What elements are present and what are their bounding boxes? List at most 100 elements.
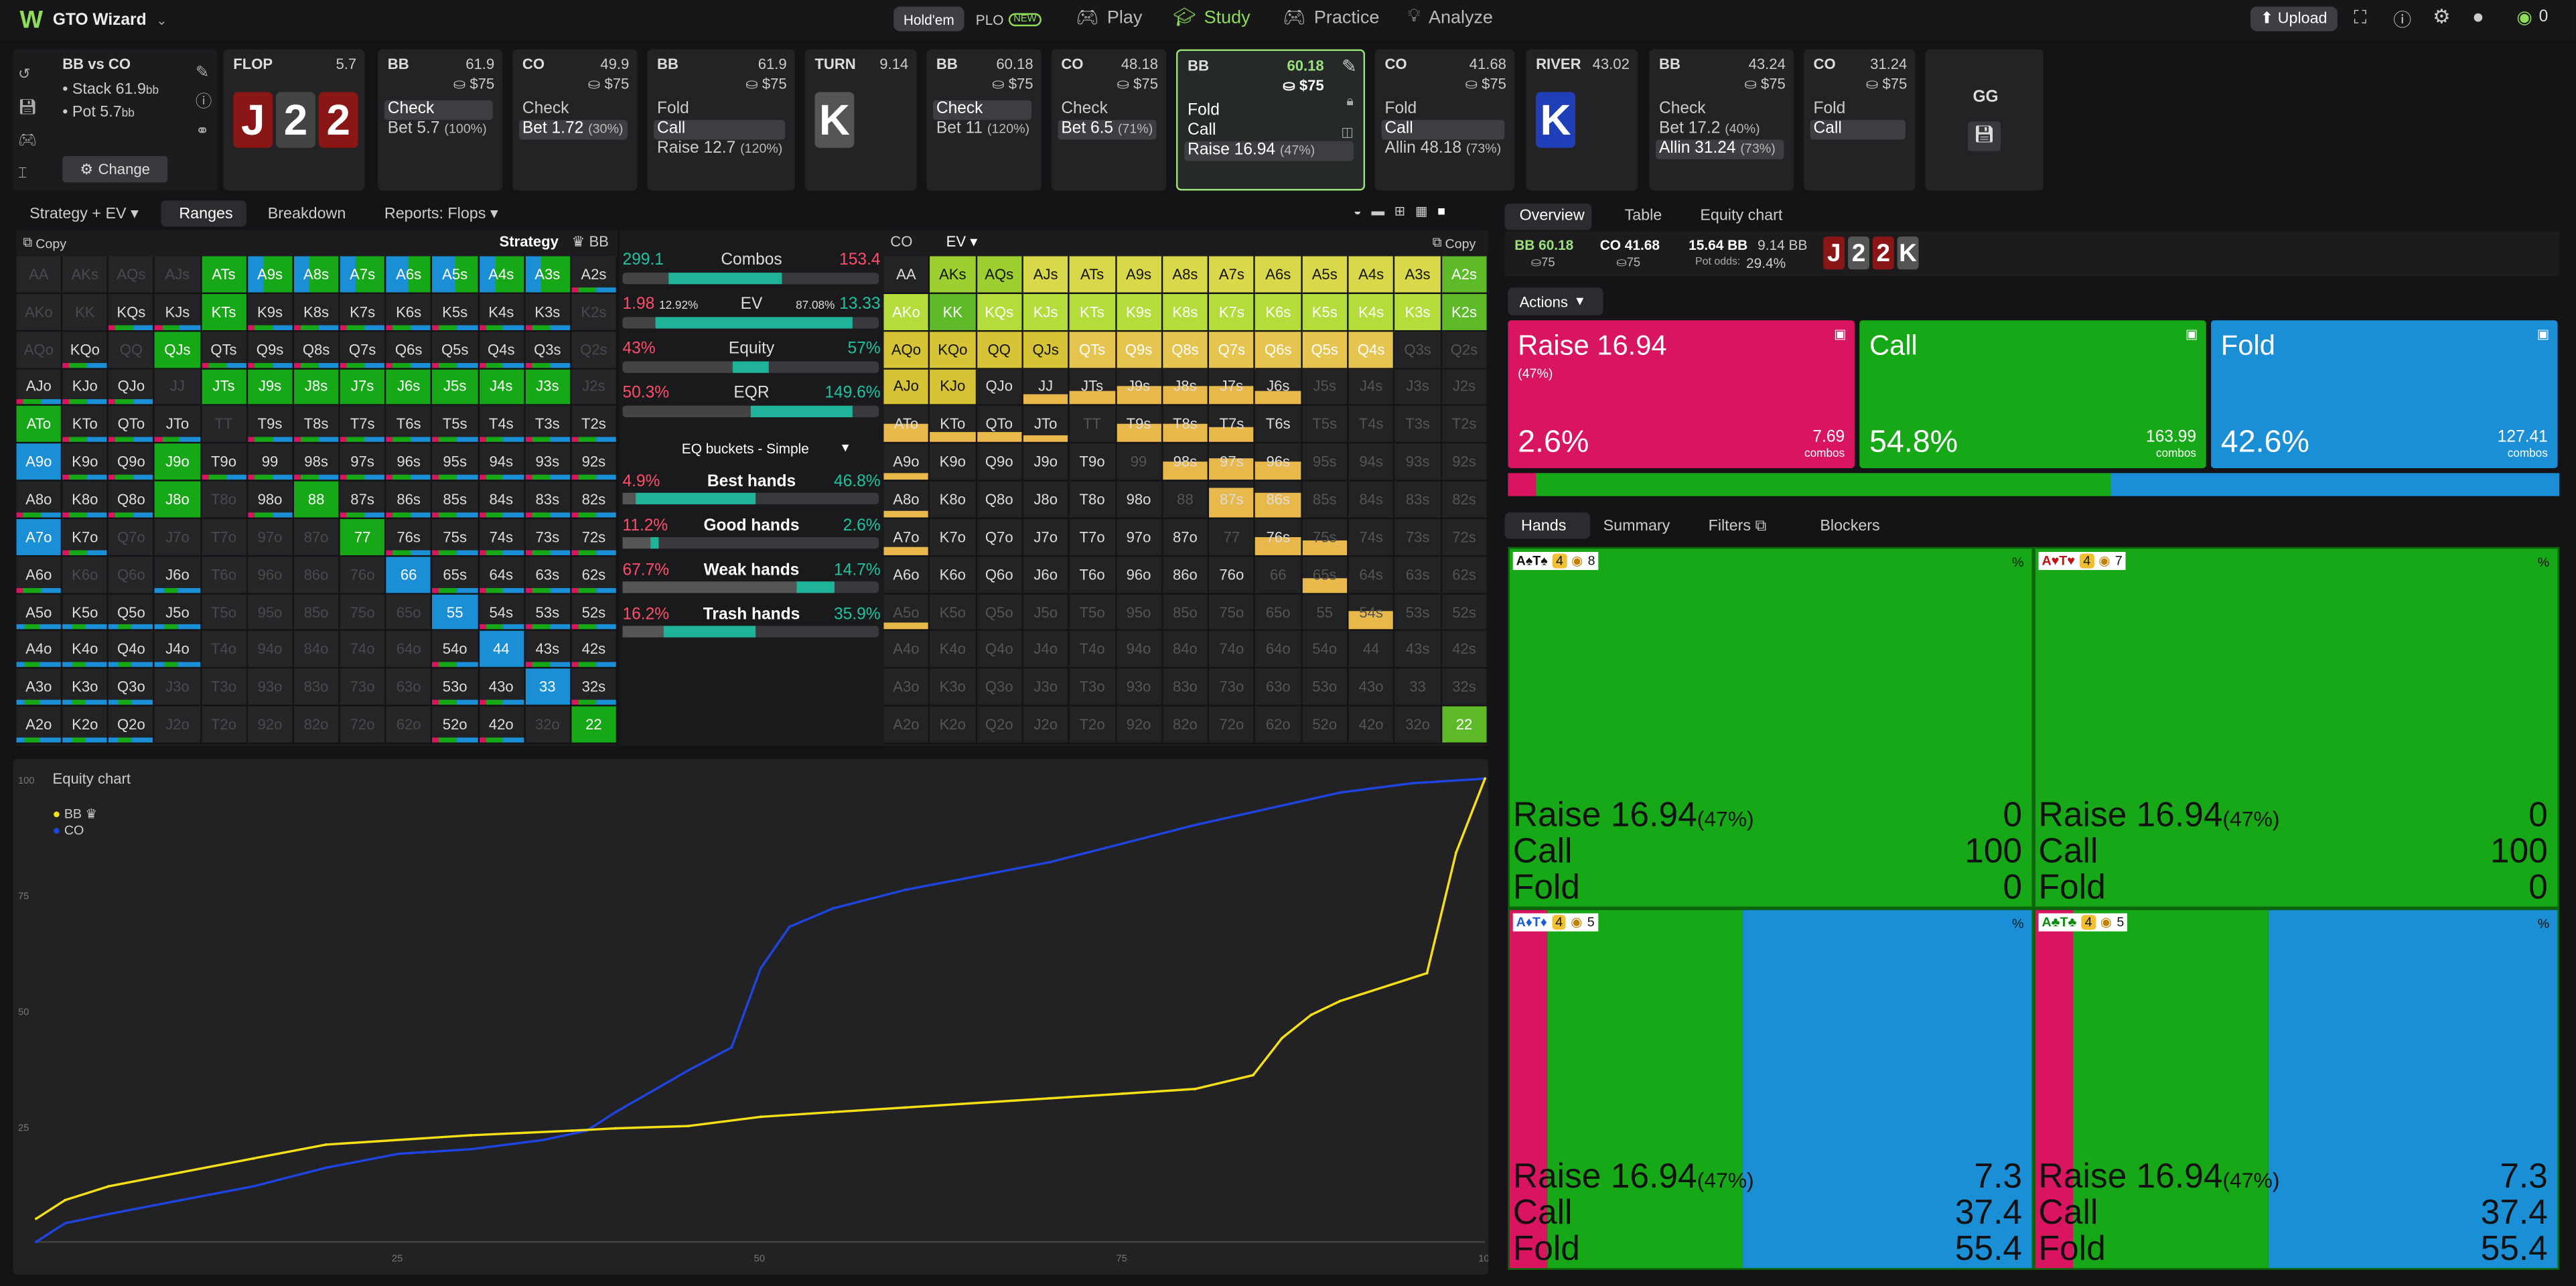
strip-card-3[interactable]: BB 61.9 ⛀ $75 Fold Call Raise 12.7 (120%)	[647, 49, 796, 191]
hand-cell-A3o[interactable]: A3o	[883, 668, 930, 707]
hand-cell-72s[interactable]: 72s	[1441, 518, 1488, 557]
hand-cell-T2s[interactable]: T2s	[1441, 406, 1488, 444]
hand-cell-95o[interactable]: 95o	[1116, 593, 1163, 632]
hand-cell-87s[interactable]: 87s	[1209, 481, 1256, 519]
hand-cell-J2o[interactable]: J2o	[155, 706, 202, 744]
hand-cell-76s[interactable]: 76s	[1255, 518, 1303, 557]
hand-cell-J3o[interactable]: J3o	[1023, 668, 1070, 707]
hand-cell-53s[interactable]: 53s	[1395, 593, 1442, 632]
strip-action[interactable]: Call	[1184, 121, 1354, 141]
hand-cell-K6s[interactable]: K6s	[386, 293, 433, 332]
tab-breakdown[interactable]: Breakdown	[268, 206, 346, 224]
hand-cell-43s[interactable]: 43s	[1395, 631, 1442, 669]
hand-cell-T4s[interactable]: T4s	[1348, 406, 1396, 444]
hand-cell-54s[interactable]: 54s	[1348, 593, 1396, 632]
history-icon[interactable]: ↺	[18, 58, 37, 90]
hand-cell-ATs[interactable]: ATs	[1070, 256, 1117, 294]
hand-cell-63o[interactable]: 63o	[386, 668, 433, 707]
hand-cell-86o[interactable]: 86o	[1162, 556, 1210, 594]
hand-cell-A6o[interactable]: A6o	[16, 556, 63, 594]
hand-cell-85o[interactable]: 85o	[293, 593, 340, 632]
hand-cell-J9s[interactable]: J9s	[247, 368, 294, 407]
hand-cell-82o[interactable]: 82o	[293, 706, 340, 744]
strip-action[interactable]: Check	[519, 100, 628, 120]
strip-action[interactable]: Check	[384, 100, 493, 121]
hand-cell-T8o[interactable]: T8o	[201, 481, 248, 519]
strip-action[interactable]: Check	[933, 100, 1032, 121]
view-icon-2[interactable]: ▬	[1371, 204, 1384, 218]
hand-cell-82o[interactable]: 82o	[1162, 706, 1210, 744]
hand-cell-65o[interactable]: 65o	[386, 593, 433, 632]
hand-cell-KJo[interactable]: KJo	[62, 368, 109, 407]
hand-cell-54s[interactable]: 54s	[478, 593, 525, 632]
hand-cell-J6o[interactable]: J6o	[1023, 556, 1070, 594]
hand-cell-A5o[interactable]: A5o	[16, 593, 63, 632]
text-cursor-icon[interactable]: ⌶	[18, 156, 37, 189]
hand-cell-K8o[interactable]: K8o	[930, 481, 977, 519]
hand-cell-97s[interactable]: 97s	[1209, 443, 1256, 482]
hand-cell-85o[interactable]: 85o	[1162, 593, 1210, 632]
note-icon[interactable]: ▣	[1834, 327, 1847, 342]
hand-cell-Q8o[interactable]: Q8o	[977, 481, 1023, 519]
hand-cell-T3s[interactable]: T3s	[525, 406, 572, 444]
hand-cell-96s[interactable]: 96s	[386, 443, 433, 482]
hand-cell-J8o[interactable]: J8o	[1023, 481, 1070, 519]
hand-cell-J9s[interactable]: J9s	[1116, 368, 1163, 407]
hand-cell-76s[interactable]: 76s	[386, 518, 433, 557]
hand-cell-TT[interactable]: TT	[201, 406, 248, 444]
hand-cell-K6s[interactable]: K6s	[1255, 293, 1303, 332]
hand-cell-A5o[interactable]: A5o	[883, 593, 930, 632]
hand-cell-QQ[interactable]: QQ	[109, 331, 155, 369]
strip-card-8[interactable]: CO 41.68 ⛀ $75 Fold Call Allin 48.18 (73%)	[1374, 49, 1515, 191]
hand-cell-82s[interactable]: 82s	[1441, 481, 1488, 519]
view-icon-5[interactable]: ■	[1437, 204, 1445, 218]
hand-cell-93o[interactable]: 93o	[247, 668, 294, 707]
hand-cell-K3s[interactable]: K3s	[1395, 293, 1442, 332]
hand-card-3[interactable]: A♣T♣ 4 ◉ 5% Raise 16.94(47%) 7.3 Call 37.4 Fold 5…	[2033, 908, 2559, 1270]
upload-button[interactable]: ⬆︎ Upload	[2250, 6, 2338, 31]
strategy-ev-dropdown[interactable]: Strategy + EV ▾	[29, 206, 139, 224]
hand-cell-Q8s[interactable]: Q8s	[293, 331, 340, 369]
hand-cell-97o[interactable]: 97o	[247, 518, 294, 557]
hand-cell-Q9s[interactable]: Q9s	[247, 331, 294, 369]
hand-cell-KJo[interactable]: KJo	[930, 368, 977, 407]
hand-cell-A7o[interactable]: A7o	[883, 518, 930, 557]
hand-cell-96o[interactable]: 96o	[247, 556, 294, 594]
hand-cell-KQo[interactable]: KQo	[930, 331, 977, 369]
nav-study[interactable]: 🎓︎ Study	[1173, 7, 1250, 28]
hand-cell-82s[interactable]: 82s	[571, 481, 618, 519]
hand-cell-Q4s[interactable]: Q4s	[478, 331, 525, 369]
hand-cell-62o[interactable]: 62o	[386, 706, 433, 744]
hand-cell-QJo[interactable]: QJo	[977, 368, 1023, 407]
hand-cell-Q3s[interactable]: Q3s	[1395, 331, 1442, 369]
hand-cell-KQs[interactable]: KQs	[109, 293, 155, 332]
hand-cell-K9s[interactable]: K9s	[1116, 293, 1163, 332]
hand-cell-TT[interactable]: TT	[1070, 406, 1117, 444]
strip-card-2[interactable]: CO 49.9 ⛀ $75 Check Bet 1.72 (30%)	[512, 49, 638, 191]
strip-action[interactable]: Call	[1810, 120, 1906, 140]
hand-cell-J2s[interactable]: J2s	[1441, 368, 1488, 407]
hand-cell-96s[interactable]: 96s	[1255, 443, 1303, 482]
hand-cell-99[interactable]: 99	[1116, 443, 1163, 482]
app-logo[interactable]: W GTO Wizard ⌄	[19, 7, 167, 35]
hand-cell-87o[interactable]: 87o	[293, 518, 340, 557]
hand-cell-AQs[interactable]: AQs	[977, 256, 1023, 294]
hand-cell-73o[interactable]: 73o	[1209, 668, 1256, 707]
hand-cell-T7s[interactable]: T7s	[340, 406, 386, 444]
hand-cell-22[interactable]: 22	[571, 706, 618, 744]
hand-cell-Q7s[interactable]: Q7s	[340, 331, 386, 369]
strip-card-0[interactable]: FLOP 5.7 J 2 2	[223, 49, 365, 191]
tab-filters[interactable]: Filters ⧉	[1709, 518, 1767, 536]
hand-cell-K5o[interactable]: K5o	[62, 593, 109, 632]
hand-cell-T6s[interactable]: T6s	[386, 406, 433, 444]
hand-cell-J2s[interactable]: J2s	[571, 368, 618, 407]
hand-cell-Q7o[interactable]: Q7o	[977, 518, 1023, 557]
hand-cell-T5o[interactable]: T5o	[1070, 593, 1117, 632]
hand-cell-66[interactable]: 66	[386, 556, 433, 594]
hand-cell-94s[interactable]: 94s	[478, 443, 525, 482]
hand-cell-KTo[interactable]: KTo	[62, 406, 109, 444]
gamepad-icon[interactable]: 🎮︎	[18, 123, 37, 156]
hand-cell-QJs[interactable]: QJs	[155, 331, 202, 369]
hand-cell-66[interactable]: 66	[1255, 556, 1303, 594]
hand-cell-AA[interactable]: AA	[883, 256, 930, 294]
